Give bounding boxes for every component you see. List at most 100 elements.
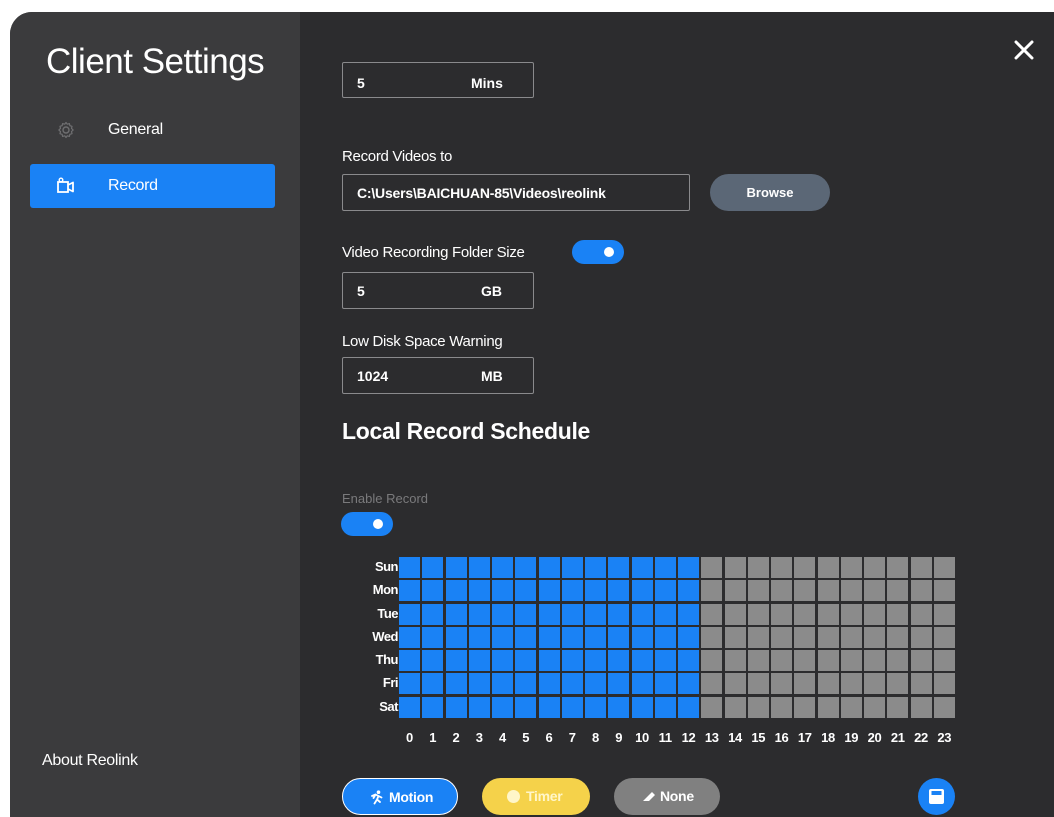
schedule-cell[interactable]: [631, 557, 653, 578]
schedule-cell[interactable]: [608, 696, 630, 718]
schedule-cell[interactable]: [887, 557, 909, 578]
schedule-cell[interactable]: [910, 696, 932, 718]
schedule-cell[interactable]: [933, 696, 955, 718]
schedule-cell[interactable]: [724, 696, 746, 718]
schedule-cell[interactable]: [864, 673, 885, 695]
schedule-cell[interactable]: [585, 673, 606, 695]
schedule-cell[interactable]: [515, 673, 537, 695]
schedule-cell[interactable]: [701, 696, 723, 718]
schedule-cell[interactable]: [887, 603, 909, 625]
schedule-cell[interactable]: [468, 696, 490, 718]
schedule-cell[interactable]: [817, 557, 839, 578]
schedule-cell[interactable]: [794, 580, 816, 602]
schedule-cell[interactable]: [422, 603, 444, 625]
schedule-cell[interactable]: [933, 580, 955, 602]
schedule-cell[interactable]: [794, 603, 816, 625]
schedule-cell[interactable]: [887, 696, 909, 718]
schedule-cell[interactable]: [747, 696, 769, 718]
schedule-cell[interactable]: [678, 673, 699, 695]
schedule-cell[interactable]: [538, 696, 560, 718]
schedule-cell[interactable]: [910, 626, 932, 648]
schedule-cell[interactable]: [864, 650, 885, 671]
schedule-cell[interactable]: [515, 626, 537, 648]
schedule-cell[interactable]: [445, 557, 467, 578]
schedule-cell[interactable]: [608, 557, 630, 578]
schedule-cell[interactable]: [887, 626, 909, 648]
schedule-cell[interactable]: [933, 626, 955, 648]
schedule-cell[interactable]: [887, 580, 909, 602]
schedule-cell[interactable]: [561, 603, 583, 625]
schedule-cell[interactable]: [445, 603, 467, 625]
schedule-cell[interactable]: [771, 603, 792, 625]
schedule-cell[interactable]: [724, 557, 746, 578]
schedule-cell[interactable]: [445, 580, 467, 602]
schedule-cell[interactable]: [468, 603, 490, 625]
schedule-cell[interactable]: [747, 603, 769, 625]
schedule-cell[interactable]: [445, 650, 467, 671]
schedule-cell[interactable]: [724, 603, 746, 625]
schedule-cell[interactable]: [678, 603, 699, 625]
schedule-cell[interactable]: [468, 673, 490, 695]
schedule-cell[interactable]: [608, 673, 630, 695]
schedule-cell[interactable]: [747, 557, 769, 578]
schedule-cell[interactable]: [538, 580, 560, 602]
schedule-cell[interactable]: [561, 626, 583, 648]
schedule-cell[interactable]: [654, 557, 676, 578]
schedule-cell[interactable]: [561, 650, 583, 671]
schedule-cell[interactable]: [654, 580, 676, 602]
schedule-cell[interactable]: [654, 673, 676, 695]
schedule-cell[interactable]: [608, 650, 630, 671]
motion-button[interactable]: Motion: [342, 778, 458, 815]
schedule-cell[interactable]: [933, 673, 955, 695]
schedule-cell[interactable]: [817, 626, 839, 648]
schedule-cell[interactable]: [422, 696, 444, 718]
schedule-cell[interactable]: [445, 626, 467, 648]
schedule-cell[interactable]: [771, 557, 792, 578]
schedule-cell[interactable]: [631, 650, 653, 671]
schedule-cell[interactable]: [492, 626, 513, 648]
schedule-cell[interactable]: [887, 650, 909, 671]
about-link[interactable]: About Reolink: [42, 752, 138, 770]
schedule-cell[interactable]: [585, 580, 606, 602]
schedule-cell[interactable]: [561, 580, 583, 602]
record-path-field[interactable]: C:\Users\BAICHUAN-85\Videos\reolink: [342, 174, 690, 211]
schedule-cell[interactable]: [840, 626, 862, 648]
schedule-cell[interactable]: [678, 696, 699, 718]
schedule-cell[interactable]: [515, 650, 537, 671]
schedule-cell[interactable]: [515, 603, 537, 625]
schedule-cell[interactable]: [910, 650, 932, 671]
schedule-cell[interactable]: [654, 603, 676, 625]
schedule-cell[interactable]: [724, 650, 746, 671]
schedule-cell[interactable]: [771, 673, 792, 695]
schedule-cell[interactable]: [701, 650, 723, 671]
schedule-cell[interactable]: [468, 626, 490, 648]
schedule-cell[interactable]: [864, 557, 885, 578]
schedule-cell[interactable]: [840, 673, 862, 695]
schedule-cell[interactable]: [631, 673, 653, 695]
schedule-cell[interactable]: [585, 626, 606, 648]
schedule-cell[interactable]: [817, 603, 839, 625]
schedule-cell[interactable]: [515, 557, 537, 578]
schedule-cell[interactable]: [399, 603, 420, 625]
schedule-cell[interactable]: [631, 580, 653, 602]
schedule-cell[interactable]: [864, 696, 885, 718]
schedule-cell[interactable]: [910, 580, 932, 602]
sidebar-item-record[interactable]: Record: [30, 164, 275, 208]
timer-button[interactable]: Timer: [482, 778, 590, 815]
schedule-cell[interactable]: [608, 626, 630, 648]
schedule-cell[interactable]: [585, 557, 606, 578]
schedule-cell[interactable]: [771, 650, 792, 671]
schedule-cell[interactable]: [468, 580, 490, 602]
schedule-cell[interactable]: [933, 603, 955, 625]
schedule-cell[interactable]: [538, 673, 560, 695]
schedule-cell[interactable]: [747, 626, 769, 648]
schedule-cell[interactable]: [492, 696, 513, 718]
schedule-cell[interactable]: [445, 673, 467, 695]
schedule-cell[interactable]: [794, 557, 816, 578]
schedule-cell[interactable]: [747, 650, 769, 671]
schedule-cell[interactable]: [840, 603, 862, 625]
schedule-cell[interactable]: [608, 603, 630, 625]
schedule-cell[interactable]: [515, 696, 537, 718]
schedule-cell[interactable]: [817, 580, 839, 602]
schedule-cell[interactable]: [422, 673, 444, 695]
